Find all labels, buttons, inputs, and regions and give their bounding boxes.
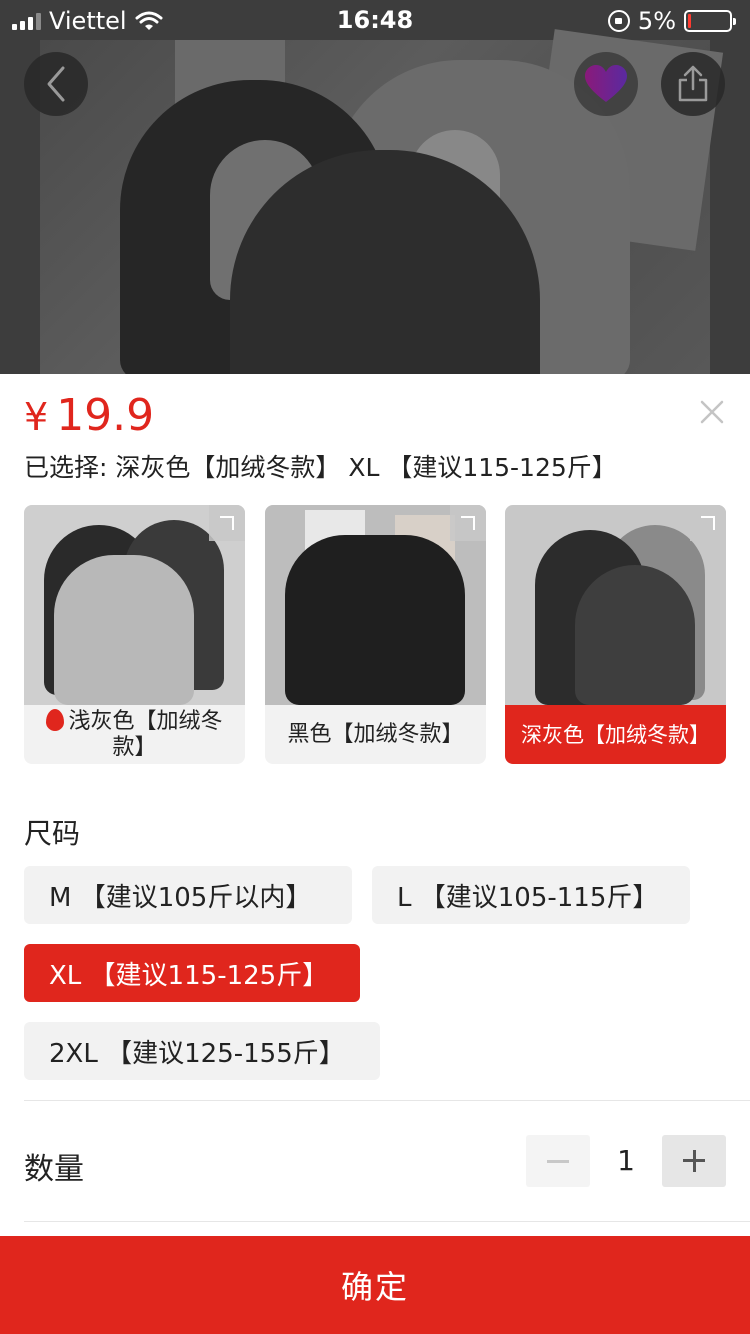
swatch-image: [505, 505, 726, 705]
color-swatches: 浅灰色【加绒冬款】 黑色【加绒冬款】 深灰色【加绒冬款】: [24, 505, 726, 765]
battery-percent: 5%: [637, 7, 676, 35]
share-button[interactable]: [661, 52, 725, 116]
swatch-jacket-black: [285, 535, 465, 705]
expand-image-icon[interactable]: [690, 505, 726, 541]
swatch-label: 深灰色【加绒冬款】: [505, 705, 726, 764]
swatch-jacket-light: [54, 555, 194, 705]
quantity-decrease-button[interactable]: [526, 1135, 590, 1187]
minus-icon: [547, 1159, 569, 1163]
fire-icon: [46, 708, 65, 731]
color-option-light-gray[interactable]: 浅灰色【加绒冬款】: [24, 505, 245, 764]
size-section-title: 尺码: [24, 817, 81, 850]
swatch-jacket-darkgray: [575, 565, 695, 705]
color-option-black[interactable]: 黑色【加绒冬款】: [265, 505, 486, 764]
swatch-image: [24, 505, 245, 705]
confirm-button[interactable]: 确定: [0, 1236, 750, 1334]
share-icon: [678, 65, 708, 102]
price: ¥ 19.9: [24, 390, 154, 441]
battery-level: [688, 14, 691, 28]
chevron-left-icon: [47, 66, 65, 102]
swatch-label-wrap: 浅灰色【加绒冬款】: [24, 705, 245, 764]
battery-icon: [684, 10, 736, 32]
selected-summary: 已选择: 深灰色【加绒冬款】 XL 【建议115-125斤】: [24, 453, 617, 482]
rotation-lock-icon: [607, 10, 630, 32]
status-bar: Viettel 16:48 5%: [0, 0, 750, 40]
expand-image-icon[interactable]: [450, 505, 486, 541]
favorite-button[interactable]: [574, 52, 638, 116]
back-button[interactable]: [24, 52, 88, 116]
size-option-2xl[interactable]: 2XL 【建议125-155斤】: [24, 1022, 380, 1080]
close-icon[interactable]: [696, 396, 728, 428]
divider: [24, 1100, 750, 1101]
product-photo-backdrop: [0, 0, 750, 374]
quantity-label: 数量: [24, 1152, 84, 1187]
divider: [24, 1221, 750, 1222]
sku-selection-sheet: ¥ 19.9 已选择: 深灰色【加绒冬款】 XL 【建议115-125斤】 浅灰…: [0, 374, 750, 1334]
swatch-label: 黑色【加绒冬款】: [287, 721, 464, 747]
swatch-image: [265, 505, 486, 705]
price-value: 19.9: [56, 390, 155, 441]
size-option-xl[interactable]: XL 【建议115-125斤】: [24, 944, 360, 1002]
swatch-label: 浅灰色【加绒冬款】: [68, 708, 223, 760]
size-option-l[interactable]: L 【建议105-115斤】: [372, 866, 690, 924]
color-option-dark-gray[interactable]: 深灰色【加绒冬款】: [505, 505, 726, 764]
heart-icon: [585, 65, 627, 102]
expand-image-icon[interactable]: [209, 505, 245, 541]
quantity-increase-button[interactable]: [662, 1135, 726, 1187]
quantity-value: 1: [617, 1144, 635, 1177]
currency-symbol: ¥: [24, 395, 49, 439]
size-option-m[interactable]: M 【建议105斤以内】: [24, 866, 352, 924]
